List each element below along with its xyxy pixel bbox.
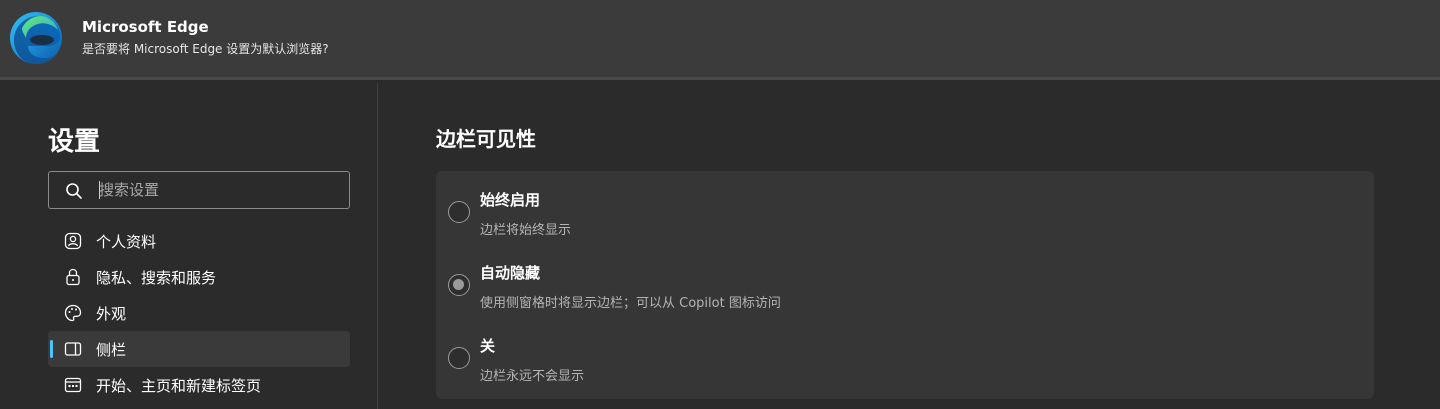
- option-off[interactable]: 关 边栏永远不会显示: [436, 317, 1374, 387]
- option-title: 关: [480, 337, 496, 355]
- sidebar-item-appearance[interactable]: 外观: [48, 295, 350, 331]
- page-title: 设置: [48, 127, 101, 157]
- palette-icon: [64, 304, 82, 322]
- sidebar-item-label: 侧栏: [96, 341, 127, 359]
- option-description: 使用侧窗格时将显示边栏；可以从 Copilot 图标访问: [480, 296, 781, 311]
- sidebar-visibility-card: 始终启用 边栏将始终显示 自动隐藏 使用侧窗格时将显示边栏；可以从 Copilo…: [436, 171, 1374, 399]
- radio-button[interactable]: [448, 201, 470, 223]
- option-auto-hide[interactable]: 自动隐藏 使用侧窗格时将显示边栏；可以从 Copilot 图标访问: [436, 244, 1374, 314]
- radio-button[interactable]: [448, 347, 470, 369]
- option-description: 边栏将始终显示: [480, 223, 572, 238]
- settings-content: 边栏可见性 始终启用 边栏将始终显示 自动隐藏 使用侧窗格时将显示边栏；可以从 …: [379, 83, 1440, 409]
- option-always-on[interactable]: 始终启用 边栏将始终显示: [436, 171, 1374, 241]
- search-icon: [66, 183, 82, 199]
- lock-icon: [66, 268, 80, 286]
- sidebar-item-profile[interactable]: 个人资料: [48, 223, 350, 259]
- option-title: 自动隐藏: [480, 264, 541, 282]
- active-indicator: [50, 340, 53, 358]
- option-description: 边栏永远不会显示: [480, 369, 585, 384]
- sidebar-item-label: 外观: [96, 305, 127, 323]
- banner-title: Microsoft Edge: [82, 18, 209, 36]
- search-box[interactable]: [48, 171, 350, 209]
- new-tab-icon: [64, 377, 82, 393]
- profile-icon: [64, 232, 82, 250]
- default-browser-banner: Microsoft Edge 是否要将 Microsoft Edge 设置为默认…: [0, 0, 1440, 80]
- settings-sidebar: 设置 个人资料 隐私、搜索和服务 外观: [0, 83, 378, 409]
- edge-logo-icon: [10, 12, 62, 64]
- sidebar-item-label: 开始、主页和新建标签页: [96, 377, 262, 395]
- banner-subtitle[interactable]: 是否要将 Microsoft Edge 设置为默认浏览器?: [82, 40, 329, 57]
- sidebar-icon: [64, 342, 82, 356]
- sidebar-item-privacy[interactable]: 隐私、搜索和服务: [48, 259, 350, 295]
- text-cursor: [99, 181, 100, 199]
- sidebar-item-label: 个人资料: [96, 233, 157, 251]
- sidebar-item-label: 隐私、搜索和服务: [96, 269, 217, 287]
- section-title: 边栏可见性: [436, 127, 536, 151]
- sidebar-item-start-home-newtab[interactable]: 开始、主页和新建标签页: [48, 367, 350, 403]
- option-title: 始终启用: [480, 191, 541, 209]
- search-input[interactable]: [99, 178, 339, 202]
- radio-button-selected[interactable]: [448, 274, 470, 296]
- sidebar-item-sidebar[interactable]: 侧栏: [48, 331, 350, 367]
